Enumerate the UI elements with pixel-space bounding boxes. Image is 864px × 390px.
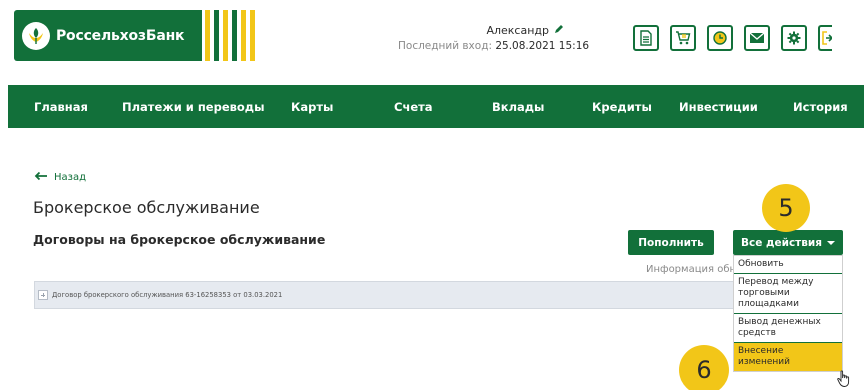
back-label: Назад — [54, 172, 87, 183]
last-login-value: 25.08.2021 15:16 — [495, 40, 590, 52]
gear-icon[interactable] — [781, 25, 807, 51]
last-login: Последний вход: 25.08.2021 15:16 — [398, 40, 590, 52]
nav-item-credits[interactable]: Кредиты — [592, 100, 652, 114]
nav-item-accounts[interactable]: Счета — [394, 100, 433, 114]
actions-dropdown: Обновить Перевод между торговыми площадк… — [733, 255, 843, 372]
contract-label: Договор брокерского обслуживания 63-1625… — [52, 291, 283, 299]
user-name-row[interactable]: Александр — [398, 24, 564, 37]
nav-item-history[interactable]: История — [793, 100, 848, 114]
chevron-down-icon — [827, 240, 836, 245]
hand-cursor-icon — [837, 370, 851, 390]
user-name: Александр — [486, 24, 549, 37]
nav-item-cards[interactable]: Карты — [291, 100, 333, 114]
menu-item-withdraw-funds[interactable]: Вывод денежных средств — [734, 314, 842, 343]
page-title: Брокерское обслуживание — [33, 198, 260, 217]
logout-icon[interactable] — [818, 25, 832, 51]
logo-text: РоссельхозБанк — [56, 27, 185, 44]
section-title: Договоры на брокерское обслуживание — [33, 232, 326, 247]
user-info: Александр Последний вход: 25.08.2021 15:… — [398, 24, 590, 52]
back-link[interactable]: Назад — [34, 171, 86, 184]
step-marker-6: 6 — [679, 345, 729, 390]
cart-icon[interactable] — [670, 25, 696, 51]
contract-row[interactable]: Договор брокерского обслуживания 63-1625… — [34, 281, 738, 309]
menu-item-refresh[interactable]: Обновить — [734, 256, 842, 274]
step-marker-5: 5 — [762, 184, 810, 232]
header-toolbar — [633, 25, 832, 51]
all-actions-label: Все действия — [740, 236, 823, 249]
wheat-emblem-icon — [22, 21, 50, 50]
menu-item-transfer-between-platforms[interactable]: Перевод между торговыми площадками — [734, 274, 842, 314]
pencil-icon[interactable] — [554, 24, 564, 37]
info-text: Информация обно — [646, 264, 736, 275]
mail-icon[interactable] — [744, 25, 770, 51]
expand-icon[interactable] — [38, 290, 48, 300]
nav-item-home[interactable]: Главная — [34, 100, 88, 114]
bank-logo[interactable]: РоссельхозБанк — [14, 10, 259, 61]
all-actions-button[interactable]: Все действия — [733, 230, 843, 255]
menu-item-make-changes[interactable]: Внесение изменений — [734, 343, 842, 371]
document-icon[interactable] — [633, 25, 659, 51]
topup-button[interactable]: Пополнить — [628, 230, 714, 255]
last-login-label: Последний вход: — [398, 40, 492, 52]
nav-item-payments[interactable]: Платежи и переводы — [122, 100, 264, 114]
logo-main: РоссельхозБанк — [14, 10, 202, 61]
clock-icon[interactable] — [707, 25, 733, 51]
main-nav: Главная Платежи и переводы Карты Счета В… — [8, 85, 864, 128]
arrow-left-icon — [34, 171, 48, 184]
nav-item-investments[interactable]: Инвестиции — [679, 100, 758, 114]
nav-item-deposits[interactable]: Вклады — [492, 100, 544, 114]
logo-stripes — [205, 10, 259, 61]
